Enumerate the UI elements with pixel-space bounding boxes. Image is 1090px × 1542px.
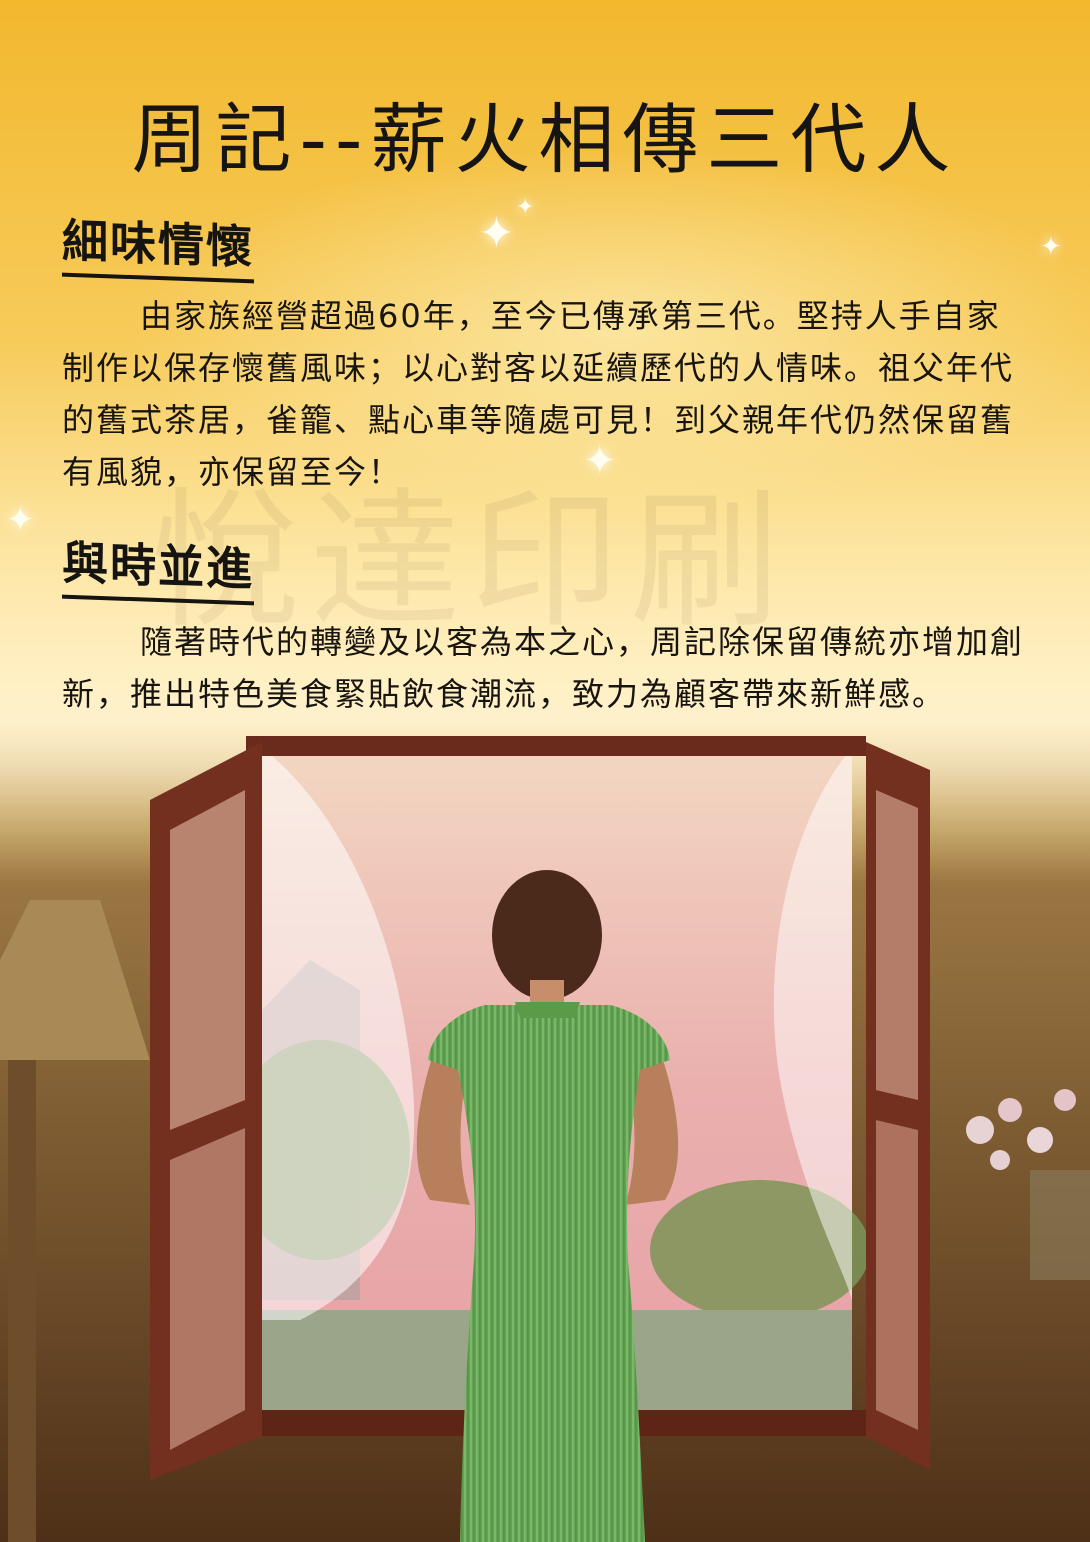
sparkle-icon: ✦ bbox=[516, 195, 535, 220]
section-heading-memories: 細味情懷 bbox=[62, 204, 254, 284]
sparkle-icon: ✦ bbox=[478, 208, 515, 259]
section-heading-progress: 與時並進 bbox=[62, 526, 254, 606]
sparkle-icon: ✦ bbox=[6, 500, 35, 540]
illustration-woman-at-window bbox=[0, 720, 1090, 1542]
sparkle-icon: ✦ bbox=[1040, 232, 1062, 262]
section-body-memories: 由家族經營超過60年，至今已傳承第三代。堅持人手自家制作以保存懷舊風味；以心對客… bbox=[62, 297, 1015, 491]
poster: ✦ ✦ ✦ ✦ ✦ 悅達印刷 周記--薪火相傳三代人 細味情懷 由家族經營超過6… bbox=[0, 0, 1090, 1542]
page-title: 周記--薪火相傳三代人 bbox=[131, 95, 959, 184]
